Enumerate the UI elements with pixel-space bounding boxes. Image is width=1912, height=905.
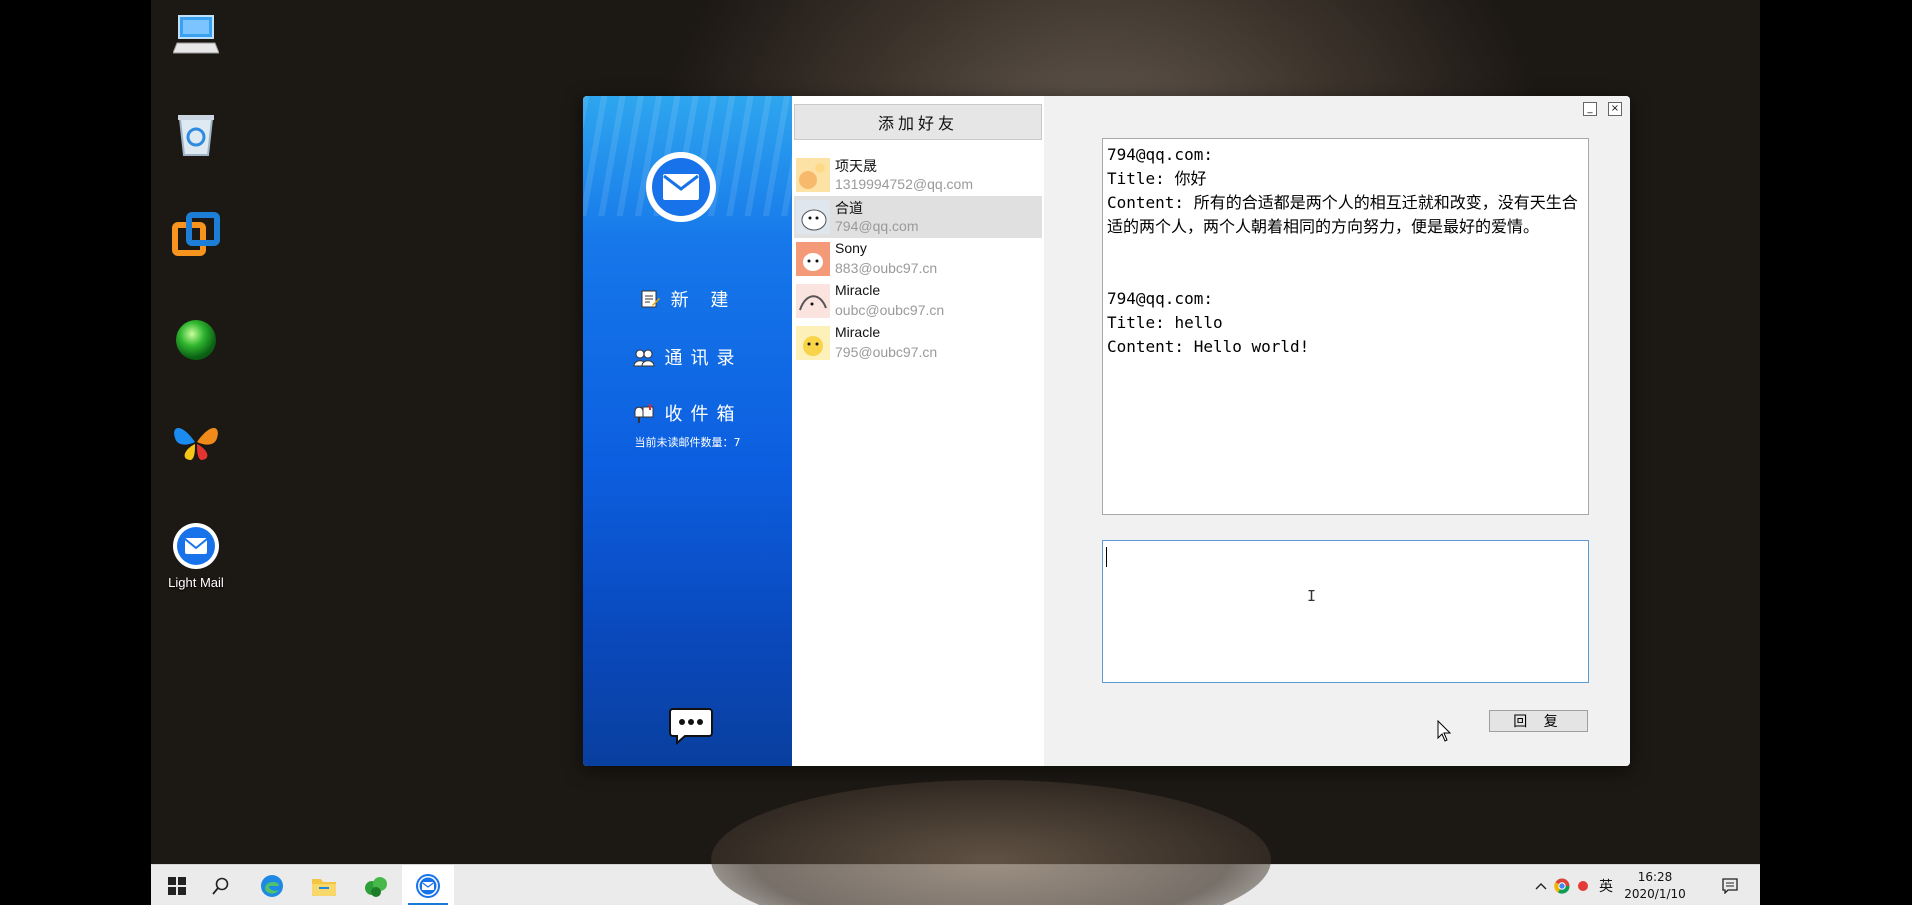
message-title-line: Title: hello [1107, 311, 1584, 335]
message-content-line: Content: 所有的合适都是两个人的相互迁就和改变，没有天生合适的两个人，两… [1107, 191, 1584, 239]
reply-button[interactable]: 回 复 [1489, 710, 1588, 732]
light-mail-taskbar-button[interactable] [402, 865, 454, 905]
contact-name: 合道 [835, 200, 863, 216]
mouse-pointer-icon [1437, 719, 1452, 746]
contacts-icon [632, 347, 655, 367]
light-mail-window: 新 建 通讯录 收件箱 当前未读邮件数量：7 添加好友 项天晟 13199947… [583, 96, 1630, 766]
contact-email: 794@qq.com [835, 218, 919, 234]
contact-name: 项天晟 [835, 158, 877, 174]
edge-taskbar-button[interactable] [246, 865, 298, 905]
folder-icon [312, 878, 336, 896]
recycle-bin-desktop-icon[interactable] [161, 108, 231, 160]
message-title: 你好 [1174, 169, 1207, 188]
nav-inbox[interactable]: 收件箱 [583, 398, 792, 428]
avatar [796, 284, 830, 318]
title-prefix: Title: [1107, 313, 1175, 332]
nav-new-label: 新 建 [670, 290, 737, 311]
message-panel: _ × 794@qq.com: Title: 你好 Content: 所有的合适… [1044, 96, 1630, 766]
title-prefix: Title: [1107, 169, 1175, 188]
vmware-icon [170, 210, 222, 262]
desktop: Light Mail 新 建 通讯录 收件箱 当前未读邮件数量：7 添加好友 项… [151, 0, 1760, 905]
green-ball-icon [170, 314, 222, 366]
notification-center-icon[interactable] [1715, 865, 1745, 905]
green-app-taskbar-button[interactable] [350, 865, 402, 905]
recycle-bin-icon [170, 108, 222, 160]
chrome-tray-icon[interactable] [1552, 865, 1572, 905]
message-content-line: Content: Hello world! [1107, 335, 1584, 359]
light-mail-label: Light Mail [168, 575, 224, 590]
contact-item[interactable]: Sony 883@oubc97.cn [794, 238, 1042, 280]
nav-new[interactable]: 新 建 [583, 284, 792, 314]
taskbar: 英 16:28 2020/1/10 [151, 864, 1760, 905]
butterfly-desktop-icon[interactable] [161, 416, 231, 468]
add-friend-button[interactable]: 添加好友 [794, 104, 1042, 140]
contact-email: 795@oubc97.cn [835, 344, 938, 360]
message-title: hello [1174, 313, 1223, 332]
green-ball-desktop-icon[interactable] [161, 314, 231, 366]
reply-textarea[interactable]: I [1102, 540, 1589, 683]
avatar [796, 158, 830, 192]
leaf-icon [365, 876, 387, 897]
search-icon [212, 877, 229, 895]
message-title-line: Title: 你好 [1107, 167, 1584, 191]
content-prefix: Content: [1107, 337, 1194, 356]
record-tray-icon[interactable] [1574, 865, 1592, 905]
clock[interactable]: 16:28 2020/1/10 [1610, 869, 1700, 903]
mailbox-icon [633, 403, 655, 423]
contact-name: Miracle [835, 324, 881, 340]
ibeam-cursor-icon: I [1307, 587, 1317, 605]
this-pc-desktop-icon[interactable] [161, 8, 231, 60]
edge-icon [261, 874, 283, 897]
contact-email: 883@oubc97.cn [835, 260, 938, 276]
message-history[interactable]: 794@qq.com: Title: 你好 Content: 所有的合适都是两个… [1102, 138, 1589, 515]
content-prefix: Content: [1107, 193, 1194, 212]
avatar [796, 242, 830, 276]
sidebar: 新 建 通讯录 收件箱 当前未读邮件数量：7 [583, 96, 792, 766]
minimize-button[interactable]: _ [1583, 102, 1597, 116]
contact-email: oubc@oubc97.cn [835, 302, 945, 318]
message-content: Hello world! [1193, 337, 1310, 356]
close-button[interactable]: × [1608, 102, 1622, 116]
vmware-desktop-icon[interactable] [161, 210, 231, 262]
message: 794@qq.com: Title: hello Content: Hello … [1107, 287, 1584, 359]
light-mail-desktop-icon[interactable]: Light Mail [161, 520, 231, 590]
contact-item-selected[interactable]: 合道 794@qq.com [794, 196, 1042, 238]
text-caret [1106, 547, 1107, 567]
message: 794@qq.com: Title: 你好 Content: 所有的合适都是两个… [1107, 143, 1584, 239]
windows-icon [168, 876, 186, 895]
message-sender: 794@qq.com: [1107, 289, 1213, 308]
contact-item[interactable]: Miracle 795@oubc97.cn [794, 322, 1042, 364]
contact-email: 1319994752@qq.com [835, 176, 973, 192]
compose-icon [639, 289, 661, 309]
message-sender: 794@qq.com: [1107, 145, 1213, 164]
unread-count: 当前未读邮件数量：7 [634, 436, 741, 449]
nav-inbox-label: 收件箱 [664, 404, 743, 425]
clock-time: 16:28 [1637, 870, 1673, 884]
contact-item[interactable]: 项天晟 1319994752@qq.com [794, 154, 1042, 196]
contact-list-panel: 添加好友 项天晟 1319994752@qq.com 合道 794@qq.com… [792, 96, 1044, 766]
light-mail-icon [416, 873, 440, 898]
contact-item[interactable]: Miracle oubc@oubc97.cn [794, 280, 1042, 322]
contact-name: Miracle [835, 282, 881, 298]
contact-name: Sony [835, 240, 867, 256]
nav-contacts[interactable]: 通讯录 [583, 342, 792, 372]
chat-bubble-icon[interactable] [669, 707, 713, 746]
file-explorer-taskbar-button[interactable] [298, 865, 350, 905]
clock-date: 2020/1/10 [1624, 887, 1686, 901]
butterfly-icon [170, 416, 222, 468]
avatar [796, 200, 830, 234]
avatar [796, 326, 830, 360]
search-button[interactable] [195, 865, 247, 905]
light-mail-icon [170, 520, 222, 572]
mail-logo-icon [646, 152, 716, 222]
show-hidden-icons-chevron-up-icon[interactable] [1532, 865, 1550, 905]
computer-icon [170, 8, 222, 60]
nav-contacts-label: 通讯录 [664, 348, 743, 369]
